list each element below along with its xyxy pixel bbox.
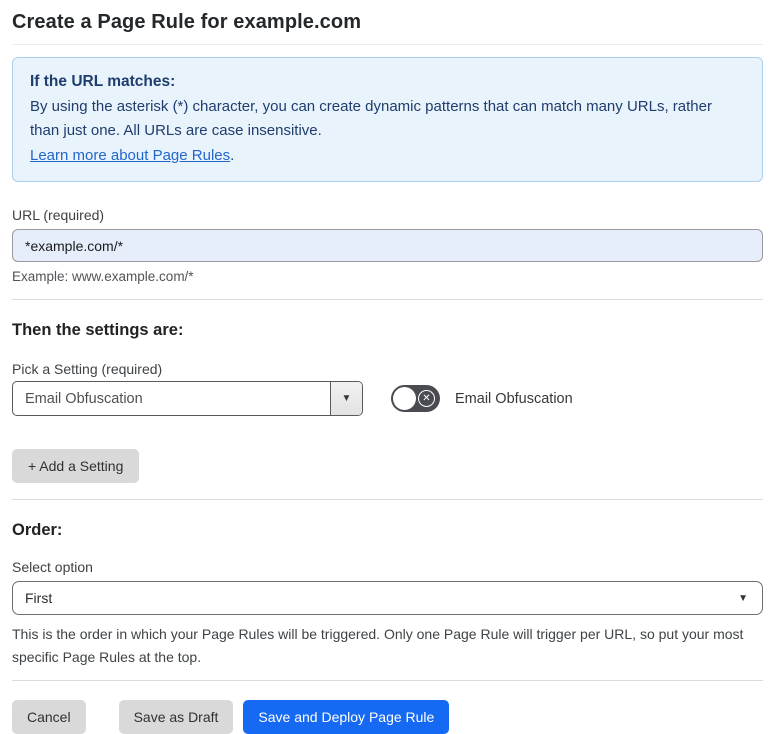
setting-select-arrow-button[interactable]: ▼ (330, 382, 362, 415)
cancel-button[interactable]: Cancel (12, 700, 86, 734)
toggle-knob (393, 387, 416, 410)
callout-link-suffix: . (230, 146, 235, 164)
url-example-text: Example: www.example.com/* (12, 269, 194, 284)
divider (12, 499, 763, 500)
email-obfuscation-toggle[interactable]: ✕ (391, 385, 440, 412)
pick-setting-label: Pick a Setting (required) (12, 361, 163, 377)
url-label: URL (required) (12, 207, 105, 223)
email-obfuscation-toggle-group: ✕ Email Obfuscation (391, 385, 573, 412)
order-section-heading: Order: (12, 521, 63, 539)
order-select-value: First (25, 590, 53, 606)
setting-select[interactable]: Email Obfuscation ▼ (12, 381, 363, 416)
order-select[interactable]: First ▼ (12, 581, 763, 615)
order-help-text: This is the order in which your Page Rul… (12, 626, 744, 665)
learn-more-link[interactable]: Learn more about Page Rules (30, 147, 230, 164)
page-title: Create a Page Rule for example.com (12, 11, 362, 33)
divider (12, 299, 763, 300)
toggle-label: Email Obfuscation (455, 390, 573, 407)
save-as-draft-button[interactable]: Save as Draft (118, 700, 234, 734)
toggle-off-x-icon: ✕ (418, 390, 435, 407)
dropdown-arrow-icon: ▼ (738, 592, 748, 604)
settings-section-heading: Then the settings are: (12, 321, 184, 339)
setting-select-value: Email Obfuscation (25, 390, 143, 407)
page-header: Create a Page Rule for example.com (12, 0, 763, 45)
divider (12, 680, 763, 681)
add-setting-button[interactable]: + Add a Setting (12, 449, 140, 483)
create-page-rule-form: Create a Page Rule for example.com If th… (0, 0, 775, 734)
save-and-deploy-button[interactable]: Save and Deploy Page Rule (243, 700, 450, 734)
callout-body: By using the asterisk (*) character, you… (30, 97, 712, 140)
dropdown-arrow-icon: ▼ (341, 393, 352, 404)
url-input[interactable] (12, 229, 763, 262)
setting-row: Email Obfuscation ▼ ✕ Email Obfuscation (12, 381, 763, 416)
url-matches-callout: If the URL matches: By using the asteris… (12, 57, 763, 182)
footer-actions: Cancel Save as Draft Save and Deploy Pag… (12, 700, 763, 734)
callout-link-line: Learn more about Page Rules. (30, 144, 745, 169)
order-select-label: Select option (12, 559, 93, 575)
callout-heading: If the URL matches: (30, 73, 176, 90)
